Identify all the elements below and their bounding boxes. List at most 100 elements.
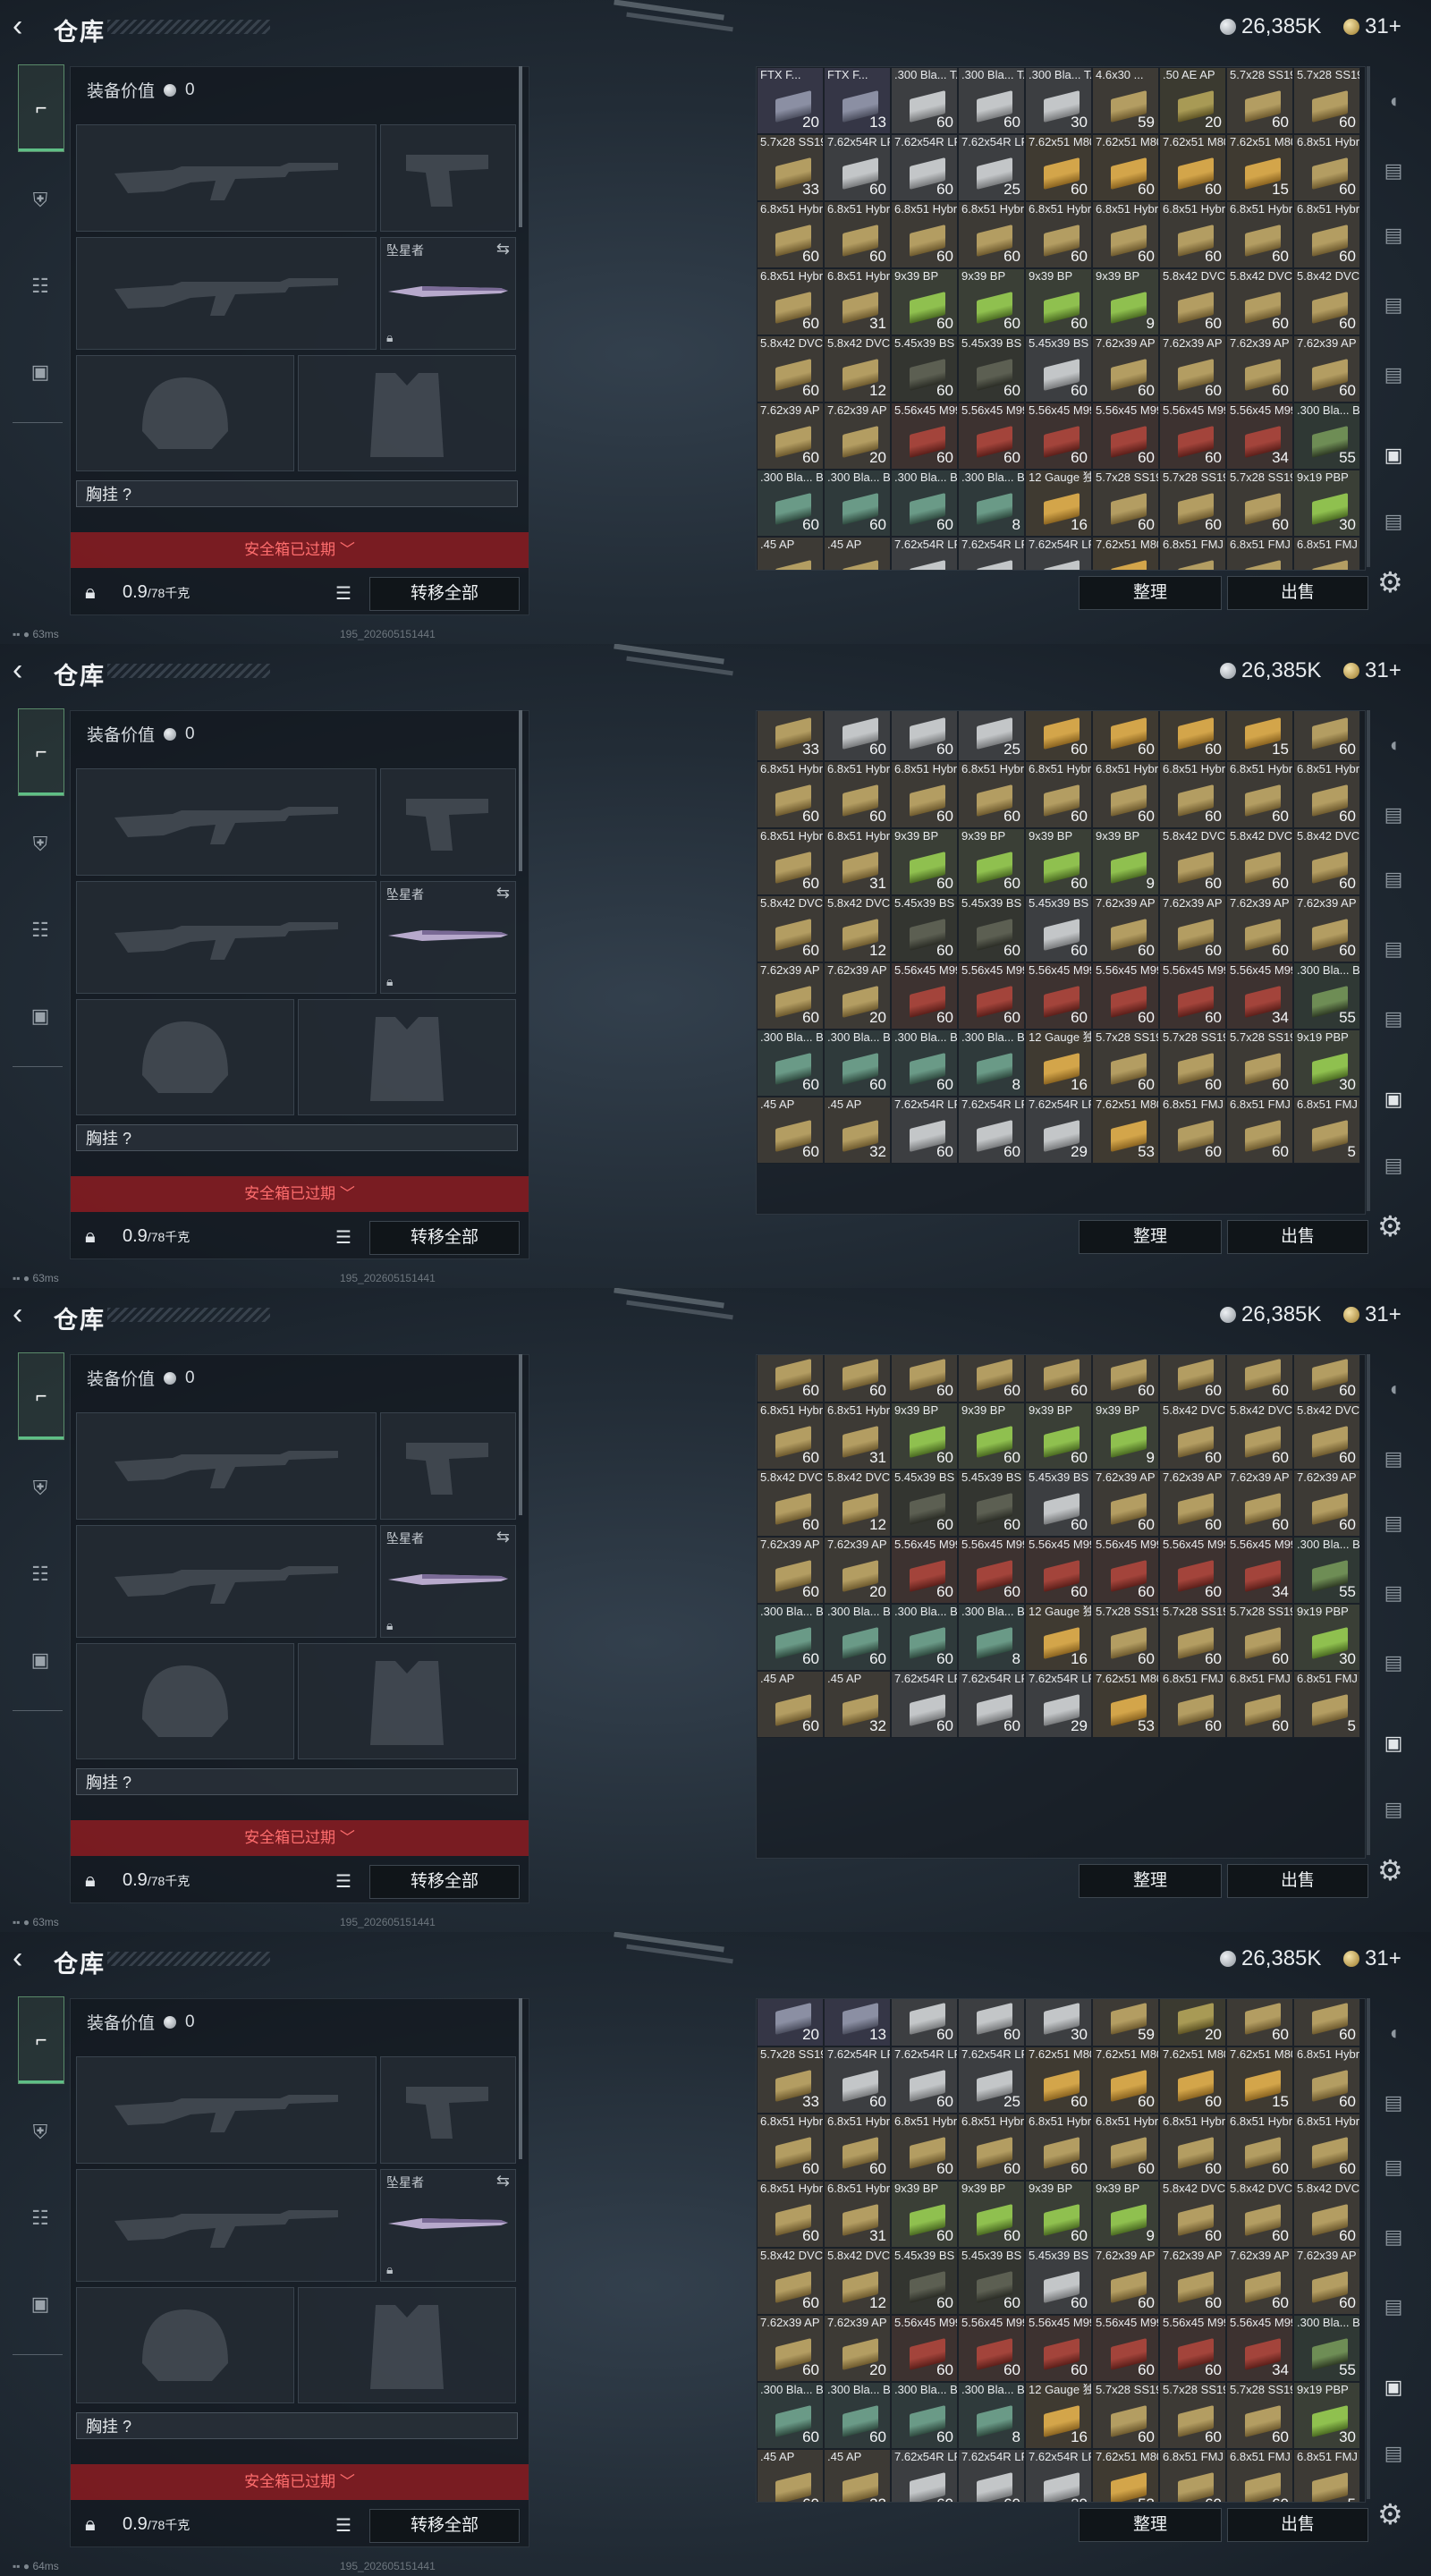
container-tab-6[interactable]: ▣: [1377, 2376, 1410, 2406]
inventory-item[interactable]: .45 AP60: [757, 537, 824, 570]
inventory-item[interactable]: 7.62x54R LPS 60: [824, 134, 891, 201]
inventory-item[interactable]: 9x19 PBP 30: [1293, 2382, 1360, 2449]
inventory-item[interactable]: 5.8x42 DVC12 60: [1293, 268, 1360, 335]
helmet-slot[interactable]: [76, 355, 294, 471]
inventory-item[interactable]: 5.45x39 BS 60: [958, 1470, 1025, 1537]
inventory-item[interactable]: 9x39 BP 60: [891, 1402, 958, 1470]
container-tab-1[interactable]: ◖: [1377, 1377, 1410, 1408]
inventory-item[interactable]: 5.7x28 SS190 60: [1159, 2382, 1226, 2449]
tab-weapons[interactable]: ⌐: [18, 64, 64, 152]
container-tab-1[interactable]: ◖: [1377, 89, 1410, 120]
inventory-item[interactable]: 6.8x51 Hybrid60: [1226, 761, 1293, 828]
tab-items[interactable]: ☷: [18, 243, 63, 329]
inventory-item[interactable]: 6.8x51 FMJ 60: [1226, 1671, 1293, 1738]
melee-slot[interactable]: 坠星者 ⇆ 🔒︎: [380, 2169, 516, 2282]
inventory-item[interactable]: 5.7x28 SS190 60: [1092, 1030, 1159, 1097]
container-tab-4[interactable]: ▤: [1377, 293, 1410, 324]
inventory-item[interactable]: 9x39 BP 60: [891, 2181, 958, 2248]
inventory-item[interactable]: 6.8x51 Hybrid60: [757, 2181, 824, 2248]
inventory-item[interactable]: 5.56x45 M995 60: [1092, 962, 1159, 1030]
container-tab-7[interactable]: ▤: [1377, 2442, 1410, 2472]
container-tab-7[interactable]: ▤: [1377, 510, 1410, 540]
inventory-item[interactable]: 6.8x51 Hybrid60: [1293, 761, 1360, 828]
container-tab-5[interactable]: ▤: [1377, 2295, 1410, 2326]
inventory-item[interactable]: 5.56x45 M995 60: [1025, 1537, 1092, 1604]
inventory-item[interactable]: 7.62x51 M8015: [1226, 2046, 1293, 2114]
inventory-item[interactable]: 5.7x28 SS190 60: [1159, 470, 1226, 537]
inventory-item[interactable]: 7.62x51 M8060: [1025, 2046, 1092, 2114]
inventory-item[interactable]: 7.62x39 AP 60: [1293, 335, 1360, 402]
inventory-item[interactable]: 6.8x51 Hybrid60: [1092, 201, 1159, 268]
equipment-scrollbar[interactable]: [519, 710, 522, 871]
inventory-item[interactable]: 5.45x39 BS 60: [1025, 895, 1092, 962]
inventory-item[interactable]: FTX F...20: [757, 1999, 824, 2046]
inventory-item[interactable]: .50 AE AP20: [1159, 1999, 1226, 2046]
inventory-item[interactable]: 5.7x28 SS198 60: [1226, 67, 1293, 134]
inventory-item[interactable]: 5.7x28 SS190 60: [1226, 470, 1293, 537]
pistol-slot[interactable]: [380, 1412, 516, 1520]
inventory-item[interactable]: FTX F...20: [757, 67, 824, 134]
inventory-item[interactable]: 7.62x39 AP 60: [1159, 335, 1226, 402]
inventory-item[interactable]: 7.62x39 AP 60: [1159, 1470, 1226, 1537]
container-tab-1[interactable]: ◖: [1377, 733, 1410, 764]
transfer-all-button[interactable]: 转移全部: [369, 1865, 520, 1899]
inventory-item[interactable]: 5.56x45 M995 60: [1025, 402, 1092, 470]
list-icon[interactable]: ☰: [335, 1870, 351, 1893]
inventory-item[interactable]: 5.45x39 BS 60: [958, 335, 1025, 402]
inventory-item[interactable]: 9x39 BP 60: [958, 828, 1025, 895]
inventory-item[interactable]: 9x39 BP 60: [1025, 1402, 1092, 1470]
inventory-item[interactable]: 6.8x51 Hybrid60: [1293, 134, 1360, 201]
inventory-item[interactable]: 7.62x54R LPS 25: [958, 2046, 1025, 2114]
inventory-item[interactable]: 9x19 PBP 30: [1293, 470, 1360, 537]
container-tab-4[interactable]: ▤: [1377, 937, 1410, 968]
inventory-item[interactable]: .300 Bla... BCP FMJ 8: [958, 2382, 1025, 2449]
inventory-item[interactable]: 5.56x45 M995 60: [958, 402, 1025, 470]
inventory-item[interactable]: 5.56x45 M995 60: [1025, 962, 1092, 1030]
inventory-item[interactable]: 6.8x51 FMJ5: [1293, 537, 1360, 570]
inventory-item[interactable]: 7.62x51 M8015: [1226, 711, 1293, 761]
inventory-item[interactable]: 5.7x28 SS190 33: [757, 2046, 824, 2114]
inventory-item[interactable]: .300 Bla... TAC-TX 60: [958, 67, 1025, 134]
inventory-item[interactable]: 7.62x54R LPS 60: [824, 2046, 891, 2114]
inventory-item[interactable]: 12 Gauge 独头 16: [1025, 2382, 1092, 2449]
inventory-item[interactable]: 9x39 BP 60: [958, 2181, 1025, 2248]
silver-currency[interactable]: 26,385K: [1220, 14, 1321, 39]
inventory-item[interactable]: 7.62x54R LPS 60: [958, 1671, 1025, 1738]
swap-icon[interactable]: ⇆: [496, 1528, 510, 1546]
tab-bags[interactable]: ▣: [18, 973, 63, 1059]
swap-icon[interactable]: ⇆: [496, 884, 510, 902]
inventory-item[interactable]: 6.8x51 Hybrid 31: [824, 268, 891, 335]
inventory-item[interactable]: 9x39 BP 9: [1092, 1402, 1159, 1470]
inventory-item[interactable]: 6.8x51 FMJ 60: [1226, 2449, 1293, 2502]
inventory-item[interactable]: .300 Bla... BCP FMJ 60: [891, 1604, 958, 1671]
inventory-item[interactable]: .300 Bla... TAC-TX 30: [1025, 67, 1092, 134]
inventory-item[interactable]: 7.62x39 AP 60: [1092, 895, 1159, 962]
inventory-item[interactable]: 5.7x28 SS190 60: [1226, 2382, 1293, 2449]
inventory-item[interactable]: 7.62x51 M8060: [1092, 711, 1159, 761]
inventory-item[interactable]: .45 AP60: [757, 1097, 824, 1164]
inventory-item[interactable]: 6.8x51 Hybrid60: [757, 828, 824, 895]
inventory-item[interactable]: .300 Bla... BCP FMJ 60: [757, 1030, 824, 1097]
inventory-item[interactable]: 7.62x51 M8060: [1092, 134, 1159, 201]
inventory-item[interactable]: .300 Bla... BCP SUB 55: [1293, 402, 1360, 470]
inventory-item[interactable]: 7.62x39 AP 20: [824, 962, 891, 1030]
gold-currency[interactable]: 31+: [1343, 1946, 1401, 1971]
container-tab-5[interactable]: ▤: [1377, 1007, 1410, 1038]
secondary-weapon-slot[interactable]: [76, 237, 377, 350]
inventory-item[interactable]: 6.8x51 Hybrid60: [958, 1355, 1025, 1402]
inventory-item[interactable]: 5.7x28 SS190 60: [1226, 1030, 1293, 1097]
inventory-item[interactable]: 6.8x51 Hybrid60: [824, 1355, 891, 1402]
safebox-expired-banner[interactable]: 安全箱已过期 ﹀: [71, 1820, 529, 1856]
inventory-item[interactable]: 7.62x39 AP 60: [757, 402, 824, 470]
inventory-item[interactable]: 5.56x45 M995 34: [1226, 402, 1293, 470]
inventory-item[interactable]: 6.8x51 FMJ5: [1293, 1671, 1360, 1738]
inventory-item[interactable]: 6.8x51 Hybrid60: [1226, 2114, 1293, 2181]
inventory-item[interactable]: 5.8x42 DVC12 60: [1159, 268, 1226, 335]
inventory-item[interactable]: 6.8x51 Hybrid60: [757, 761, 824, 828]
inventory-item[interactable]: 9x39 BP 60: [1025, 268, 1092, 335]
inventory-item[interactable]: 6.8x51 Hybrid 31: [824, 2181, 891, 2248]
inventory-item[interactable]: 9x39 BP 60: [958, 268, 1025, 335]
inventory-item[interactable]: 7.62x39 AP 60: [1293, 895, 1360, 962]
container-tab-3[interactable]: ▤: [1377, 224, 1410, 254]
inventory-item[interactable]: 5.8x42 DVC12 60: [757, 1470, 824, 1537]
